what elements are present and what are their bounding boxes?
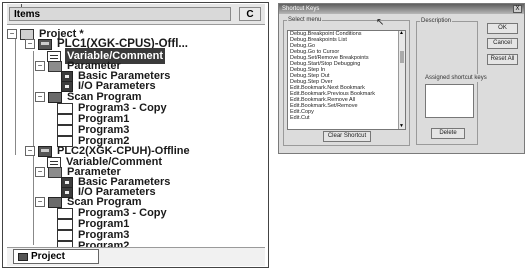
shortcut-keys-dialog: Shortcut Keys X Select menu Debug.Breakp… [278, 3, 525, 154]
assigned-shortcut-list[interactable] [425, 84, 474, 118]
reset-all-button[interactable]: Reset All [487, 54, 518, 65]
tab-project[interactable]: Project [13, 249, 99, 264]
description-group [416, 21, 478, 145]
delete-button[interactable]: Delete [431, 128, 465, 139]
collapse-icon[interactable]: − [35, 92, 45, 102]
scroll-down-icon[interactable]: ▼ [399, 124, 404, 129]
dialog-title: Shortcut Keys [282, 6, 320, 12]
assigned-shortcut-label: Assigned shortcut keys [424, 74, 488, 82]
clear-shortcut-button[interactable]: Clear Shortcut [323, 131, 371, 142]
dialog-title-bar: Shortcut Keys X [279, 4, 524, 14]
list-item[interactable]: Edit.Cut [288, 115, 405, 121]
collapse-icon[interactable]: − [25, 39, 35, 49]
tree-tab-bar: Project [7, 247, 265, 266]
collapse-icon[interactable]: − [25, 146, 35, 156]
collapse-icon[interactable]: − [35, 167, 45, 177]
collapse-icon[interactable]: − [7, 29, 17, 39]
parameter-icon [48, 60, 62, 72]
cancel-button[interactable]: Cancel [487, 38, 518, 49]
parameter-icon [48, 166, 62, 178]
scrollbar-thumb[interactable] [400, 51, 404, 63]
collapse-icon[interactable]: − [35, 61, 45, 71]
items-header-button[interactable]: Items [9, 7, 231, 21]
description-label: Description [420, 17, 453, 25]
project-tree: − Project * − PLC1(XGK-CPUS)-Offl... Var… [7, 25, 265, 252]
close-icon[interactable]: X [513, 5, 522, 13]
tree-header: Items C [7, 4, 265, 25]
project-tab-icon [18, 252, 28, 261]
list-scrollbar[interactable]: ▲ ▼ [398, 31, 405, 129]
project-tree-panel: Items C − Project * − PLC1(XGK-CPUS)-Off… [2, 2, 269, 268]
collapse-icon[interactable]: − [35, 197, 45, 207]
ok-button[interactable]: OK [487, 23, 518, 34]
collapse-button[interactable]: C [239, 7, 261, 21]
scroll-up-icon[interactable]: ▲ [399, 31, 404, 36]
select-menu-label: Select menu [287, 16, 323, 24]
tab-label: Project [31, 251, 65, 262]
command-list[interactable]: Debug.Breakpoint Conditions Debug.Breakp… [287, 30, 406, 130]
mouse-cursor-icon: ↖ [376, 17, 385, 28]
